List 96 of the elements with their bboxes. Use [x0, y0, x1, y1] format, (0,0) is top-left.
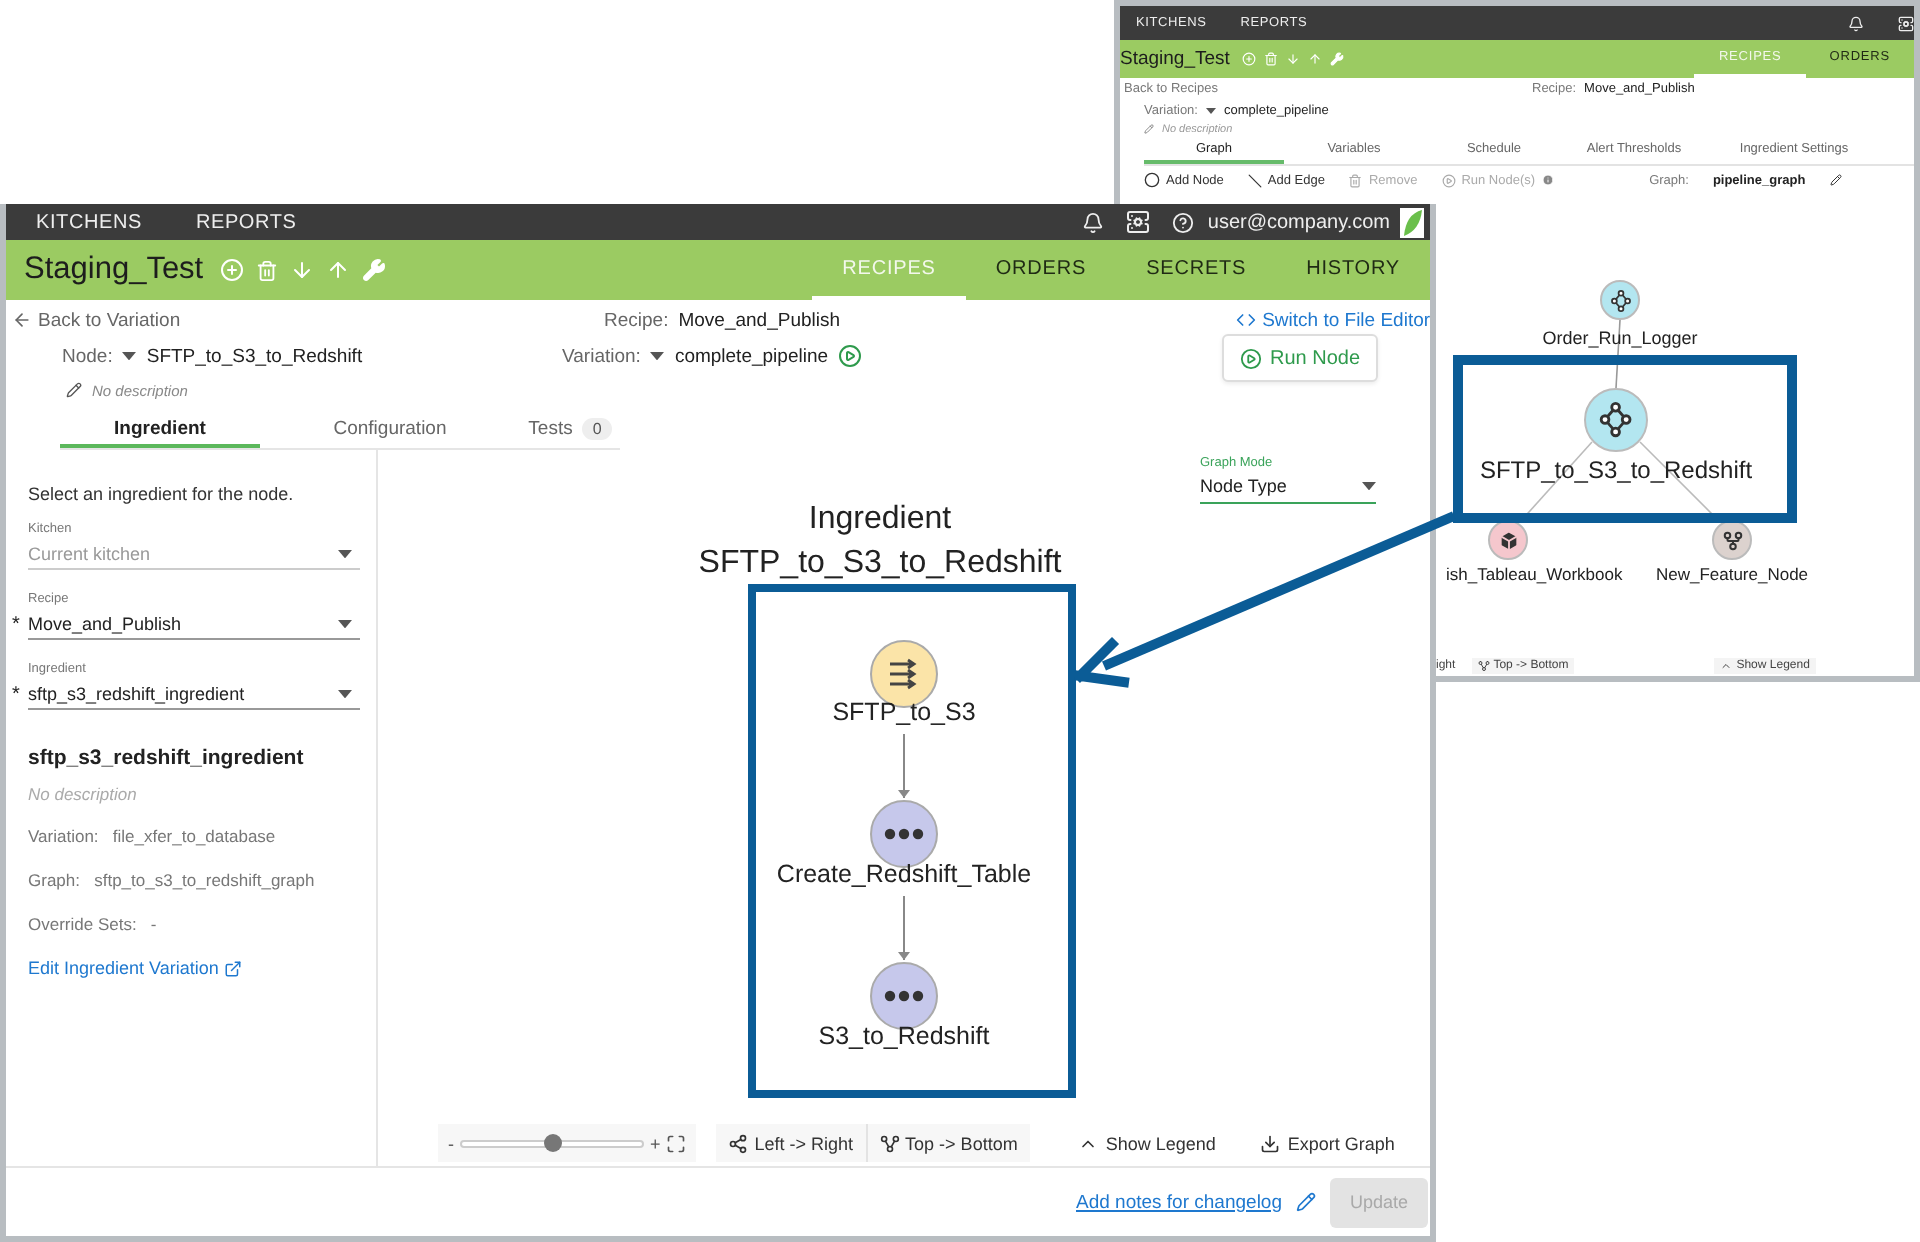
back-link[interactable]: Back to Variation	[12, 309, 181, 331]
nav-tab[interactable]: ORDERS	[965, 240, 1117, 300]
layout-button[interactable]: Left -> Right	[716, 1124, 866, 1162]
logo-icon	[1400, 207, 1424, 237]
select-field[interactable]: sftp_s3_redshift_ingredient	[28, 680, 360, 710]
arrow-left-icon	[12, 310, 32, 330]
share-icon	[728, 1133, 749, 1153]
node-label: Create_Redshift_Table	[776, 862, 1032, 887]
edit-variation-link[interactable]: Edit Ingredient Variation	[28, 958, 360, 978]
external-link-icon	[224, 959, 243, 977]
toolbar-button[interactable]: Show Legend	[1077, 1133, 1216, 1153]
workspace-title: Staging_Test	[24, 252, 204, 288]
graph-node[interactable]	[1600, 280, 1640, 320]
caret-icon	[338, 689, 352, 699]
nav-tab[interactable]: HISTORY	[1276, 240, 1430, 300]
edge-icon	[1247, 173, 1262, 187]
slider-thumb[interactable]	[544, 1133, 562, 1151]
nav-link[interactable]: KITCHENS	[36, 211, 142, 233]
play-icon	[1441, 173, 1456, 187]
zoom-slider[interactable]	[460, 1139, 644, 1147]
graph-node[interactable]	[870, 800, 938, 868]
fork-icon	[1721, 529, 1743, 551]
run-node-button[interactable]: Run Node	[1222, 334, 1379, 382]
prompt-text: Select an ingredient for the node.	[28, 484, 296, 504]
toolbar-button[interactable]: Export Graph	[1259, 1133, 1395, 1153]
detail-text: Override Sets: -	[28, 914, 159, 934]
layout-button[interactable]: Top -> Bottom	[865, 1124, 1030, 1162]
trash-icon	[1348, 173, 1363, 187]
nav-link[interactable]: REPORTS	[195, 211, 297, 233]
variation-label: Variation:	[562, 345, 641, 367]
tree-icon	[1477, 660, 1490, 672]
tab[interactable]: Tests 0	[520, 412, 620, 448]
workflow-icon	[1609, 289, 1631, 311]
select-field[interactable]: Move_and_Publish	[28, 610, 360, 640]
workspace-title: Staging_Test	[1120, 48, 1230, 70]
caret-icon	[1362, 481, 1376, 491]
info-icon	[1541, 174, 1554, 186]
detail-text: Graph: sftp_to_s3_to_redshift_graph	[28, 870, 317, 890]
caret-icon	[122, 351, 137, 361]
server-icon[interactable]	[1898, 15, 1914, 31]
dots-icon	[884, 828, 924, 840]
node-value[interactable]: SFTP_to_S3_to_Redshift	[146, 345, 363, 367]
fullscreen-icon[interactable]	[666, 1133, 687, 1153]
cube-icon	[1497, 529, 1519, 551]
variation-value[interactable]: complete_pipeline	[674, 345, 829, 367]
server-icon[interactable]	[1125, 210, 1150, 234]
node-label: Order_Run_Logger	[1542, 330, 1698, 348]
graph-node[interactable]	[1712, 520, 1752, 560]
pencil-icon[interactable]	[1829, 174, 1842, 186]
user-email[interactable]: user@company.com	[1207, 211, 1390, 233]
code-icon	[1236, 310, 1257, 330]
caret-icon	[338, 619, 352, 629]
connector-arrow	[898, 895, 910, 961]
pencil-icon	[1144, 124, 1154, 134]
switch-editor-link[interactable]: Switch to File Editor	[1236, 309, 1430, 331]
tab[interactable]: Ingredient	[60, 412, 260, 448]
bell-icon[interactable]	[1081, 211, 1104, 233]
node-label: ish_Tableau_Workbook	[1446, 566, 1623, 583]
graph-node[interactable]	[870, 962, 938, 1030]
tree-icon	[879, 1133, 900, 1153]
description-text: No description	[28, 784, 139, 804]
download-icon	[1259, 1133, 1280, 1153]
required-mark: *	[12, 684, 20, 706]
bell-icon[interactable]	[1848, 15, 1864, 31]
ingredient-title: sftp_s3_redshift_ingredient	[28, 746, 306, 770]
chevron-icon	[1720, 660, 1733, 672]
play-icon	[1240, 347, 1262, 369]
graph-title: Ingredient	[808, 500, 952, 540]
graph-node[interactable]	[1584, 388, 1648, 452]
changelog-link[interactable]: Add notes for changelog	[1076, 1191, 1282, 1213]
required-mark: *	[12, 614, 20, 636]
caret-icon	[650, 351, 665, 361]
zoom-out-button[interactable]: -	[448, 1133, 454, 1153]
circle-icon	[1144, 172, 1160, 188]
node-label: New_Feature_Node	[1655, 566, 1809, 583]
node-label: SFTP_to_S3	[832, 700, 976, 725]
help-icon[interactable]	[1171, 211, 1194, 233]
zoom-in-button[interactable]: +	[650, 1133, 661, 1153]
workflow-icon	[1598, 402, 1634, 438]
recipe-value: Move_and_Publish	[678, 309, 841, 331]
tab[interactable]: Configuration	[260, 412, 520, 448]
graph-title: SFTP_to_S3_to_Redshift	[698, 544, 1062, 584]
caret-icon	[1205, 107, 1216, 113]
nav-tab[interactable]: SECRETS	[1116, 240, 1277, 300]
caret-icon	[338, 549, 352, 559]
recipe-label: Recipe:	[604, 309, 669, 331]
node-label: SFTP_to_S3_to_Redshift	[1479, 458, 1753, 482]
detail-text: Variation: file_xfer_to_database	[28, 826, 278, 846]
node-label: Node:	[62, 345, 113, 367]
count-badge: 0	[582, 417, 612, 439]
connector-arrow	[898, 733, 910, 799]
node-label: S3_to_Redshift	[818, 1024, 990, 1049]
graph-node[interactable]	[1488, 520, 1528, 560]
dots-icon	[884, 990, 924, 1002]
play-icon[interactable]	[838, 344, 863, 368]
pencil-icon	[66, 382, 82, 398]
